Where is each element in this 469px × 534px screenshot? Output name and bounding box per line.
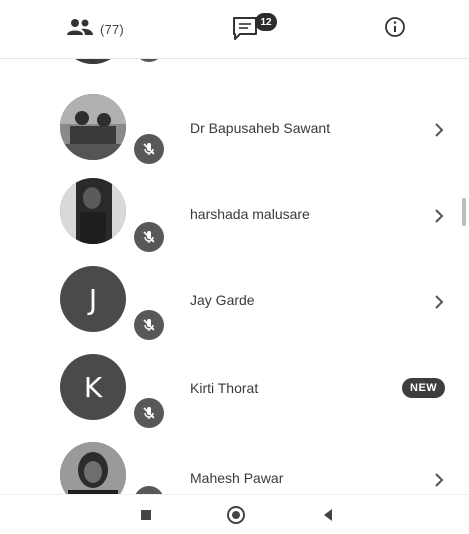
chevron-right-icon[interactable]: [432, 208, 446, 224]
mic-off-icon: [134, 134, 164, 164]
participant-name: harshada malusare: [190, 206, 310, 222]
tab-chat[interactable]: 12: [205, 0, 295, 58]
avatar: [60, 178, 126, 244]
new-badge: NEW: [402, 378, 446, 398]
participant-list[interactable]: Dr Bapusaheb Sawant harshada malusare J …: [0, 40, 469, 494]
unread-badge: 12: [255, 13, 277, 31]
tab-info[interactable]: [360, 0, 430, 58]
avatar: J: [60, 266, 126, 332]
participant-row[interactable]: Dr Bapusaheb Sawant: [0, 86, 469, 172]
mic-off-icon: [134, 398, 164, 428]
avatar: K: [60, 354, 126, 420]
participant-name: Kirti Thorat: [190, 380, 259, 396]
participant-row[interactable]: J Jay Garde: [0, 262, 469, 348]
avatar: [60, 442, 126, 494]
participant-count: (77): [100, 21, 124, 37]
chat-icon: [231, 17, 259, 45]
mic-off-icon: [134, 222, 164, 252]
participant-name: Jay Garde: [190, 292, 255, 308]
chevron-right-icon[interactable]: [432, 294, 446, 310]
participant-name: Dr Bapusaheb Sawant: [190, 120, 331, 136]
system-nav-bar: [0, 494, 469, 534]
chevron-right-icon[interactable]: [432, 122, 446, 138]
participant-row[interactable]: Mahesh Pawar: [0, 438, 469, 494]
scrollbar-thumb[interactable]: [462, 198, 466, 226]
participant-name: Mahesh Pawar: [190, 470, 284, 486]
tab-participants[interactable]: (77): [40, 0, 150, 58]
chevron-right-icon[interactable]: [432, 472, 446, 488]
mic-off-icon: [134, 310, 164, 340]
back-triangle-icon[interactable]: [318, 505, 338, 525]
square-icon[interactable]: [136, 505, 156, 525]
mic-off-icon: [134, 486, 164, 494]
circle-icon[interactable]: [226, 505, 246, 525]
info-icon: [384, 16, 406, 43]
participant-row[interactable]: K Kirti Thorat NEW: [0, 350, 469, 436]
people-icon: [66, 18, 94, 41]
tab-bar: (77) 12: [0, 0, 469, 59]
avatar: [60, 94, 126, 160]
participant-row[interactable]: harshada malusare: [0, 174, 469, 260]
participants-screen: Dr Bapusaheb Sawant harshada malusare J …: [0, 0, 469, 534]
